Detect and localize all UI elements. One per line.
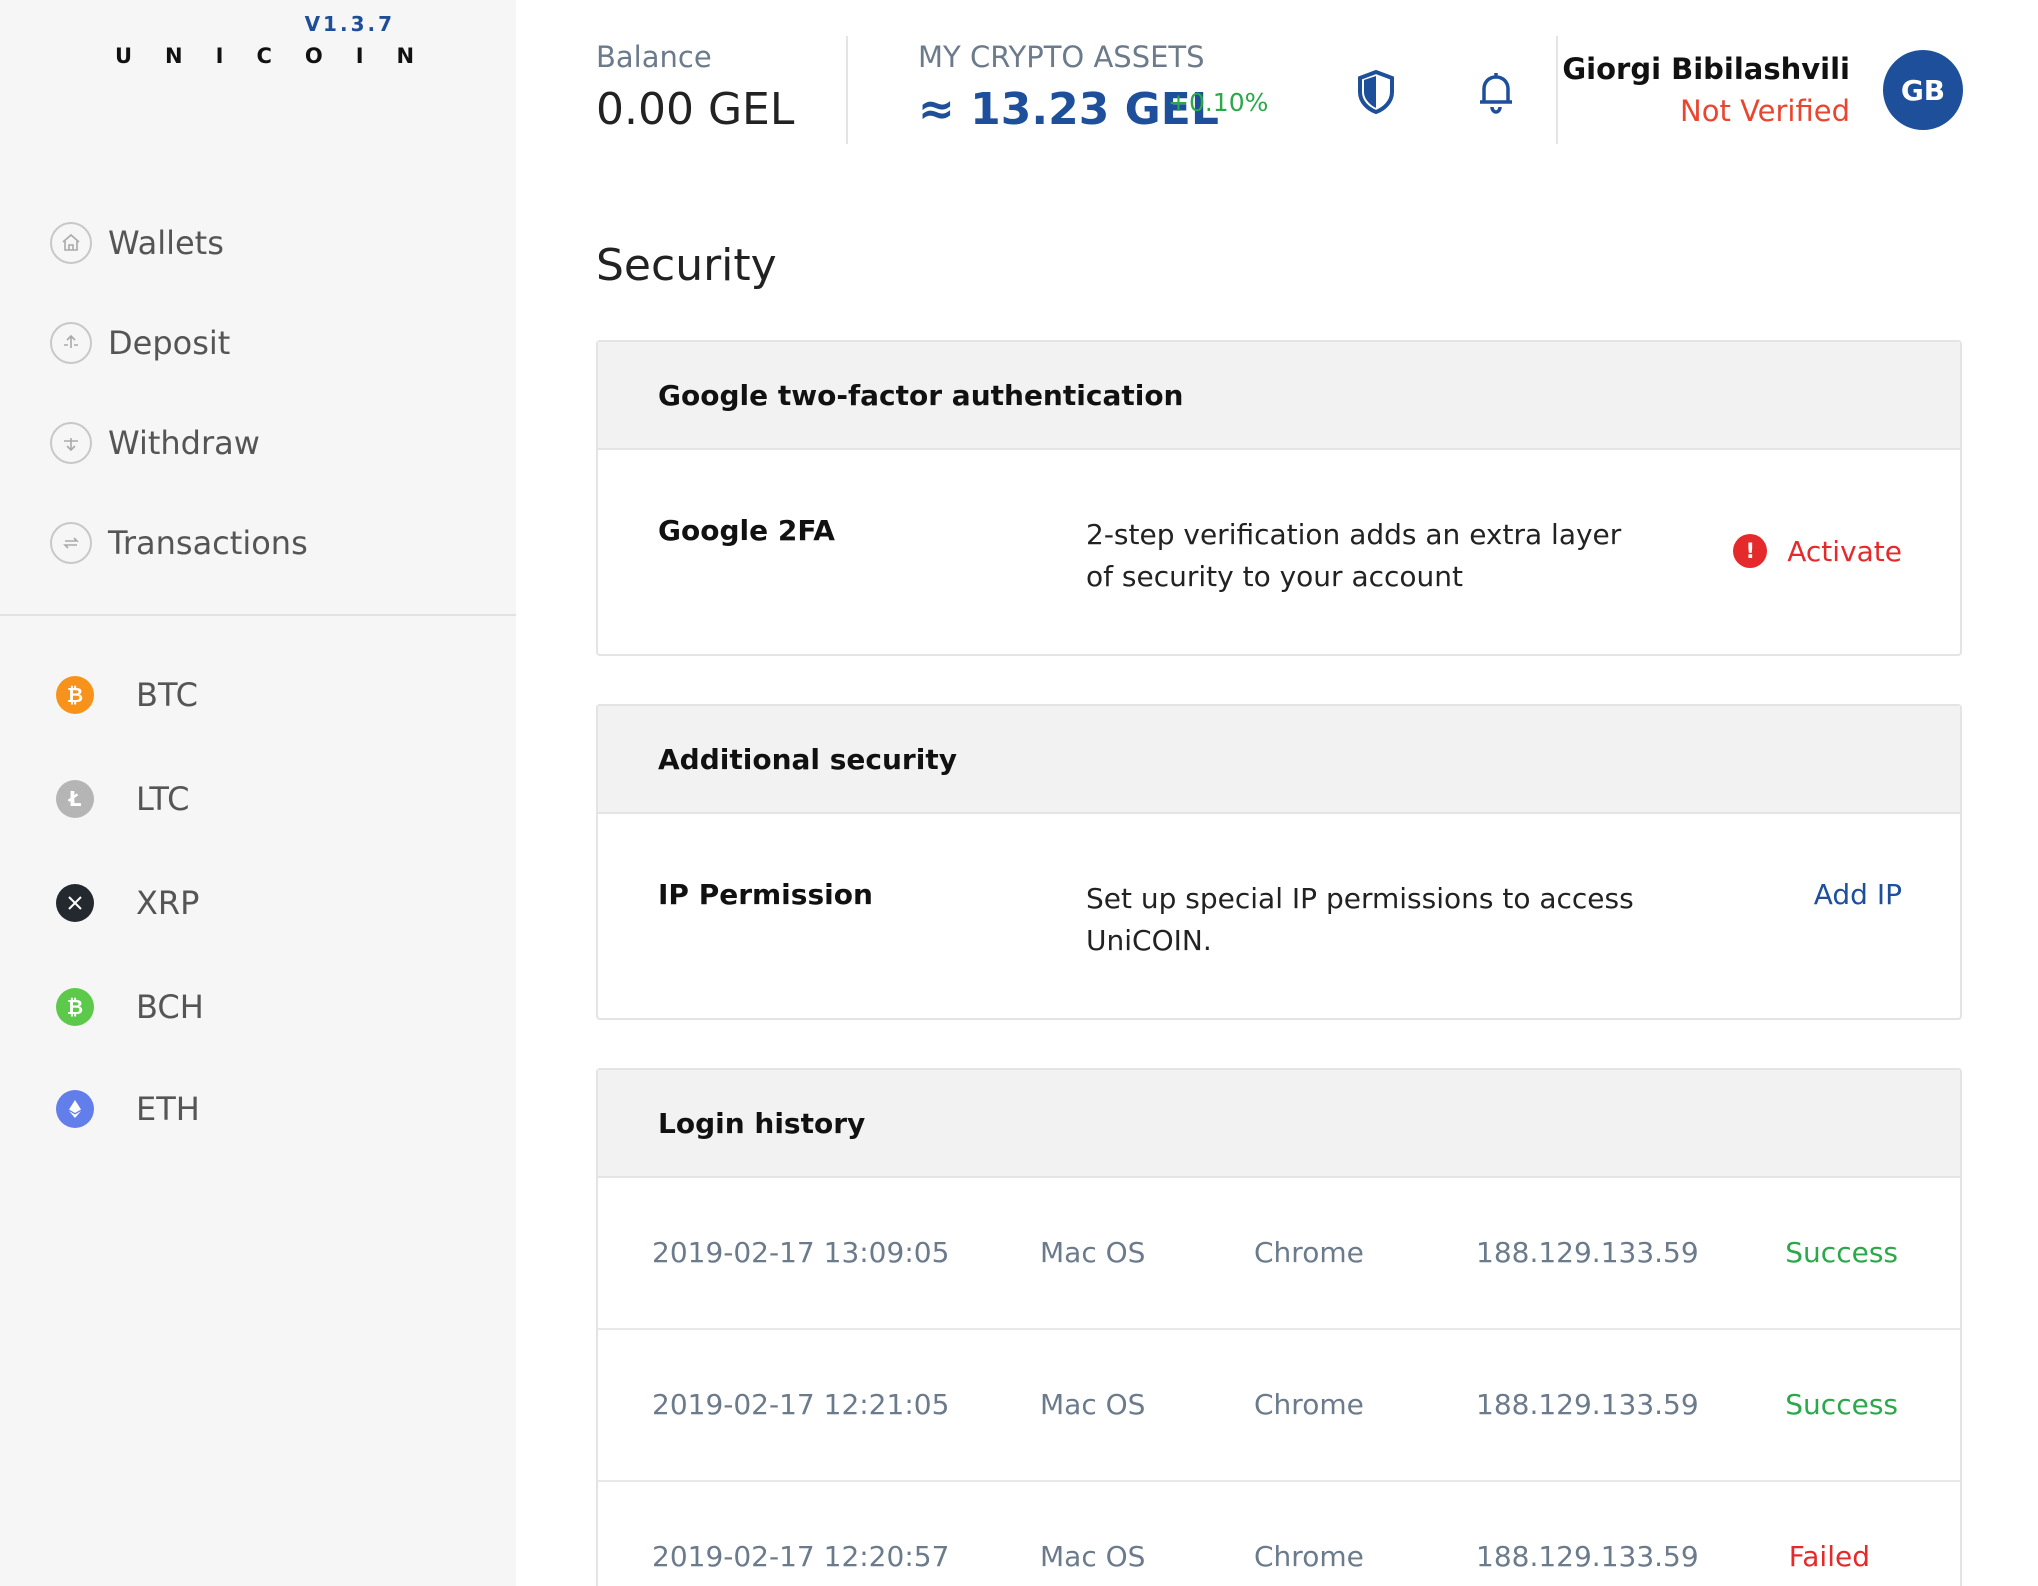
shield-icon[interactable] — [1354, 68, 1398, 116]
setting-name: Google 2FA — [658, 514, 835, 547]
deposit-arrow-icon — [50, 322, 92, 364]
setting-name: IP Permission — [658, 878, 873, 911]
sidebar-coin-xrp[interactable]: XRP — [56, 879, 199, 927]
verification-status[interactable]: Not Verified — [1680, 94, 1850, 128]
header-divider — [1556, 36, 1558, 144]
login-os: Mac OS — [1040, 1540, 1146, 1573]
sidebar-item-transactions[interactable]: Transactions — [50, 518, 308, 568]
setting-description: Set up special IP permissions to access … — [1086, 882, 1634, 957]
exchange-arrows-icon — [50, 522, 92, 564]
card-header: Additional security — [598, 706, 1960, 814]
sidebar-item-label: Transactions — [108, 524, 308, 562]
crypto-assets-change: +0.10% — [1168, 88, 1269, 117]
add-ip-button[interactable]: Add IP — [1814, 878, 1902, 911]
login-ip: 188.129.133.59 — [1476, 1388, 1699, 1421]
login-status: Success — [1785, 1388, 1898, 1421]
card-title: Google two-factor authentication — [658, 378, 1184, 412]
additional-security-card: Additional security IP Permission Set up… — [596, 704, 1962, 1020]
coin-label: BTC — [136, 676, 198, 714]
balance-label: Balance — [596, 40, 712, 74]
login-os: Mac OS — [1040, 1236, 1146, 1269]
coin-label: ETH — [136, 1090, 200, 1128]
two-factor-card: Google two-factor authentication Google … — [596, 340, 1962, 656]
coin-label: LTC — [136, 780, 190, 818]
withdraw-arrow-icon — [50, 422, 92, 464]
logo-text: UNICOIN — [115, 44, 448, 68]
login-history-row: 2019-02-17 12:21:05 Mac OS Chrome 188.12… — [598, 1330, 1960, 1482]
login-ip: 188.129.133.59 — [1476, 1540, 1699, 1573]
balance-value: 0.00 GEL — [596, 84, 795, 135]
login-datetime: 2019-02-17 12:20:57 — [652, 1540, 950, 1573]
login-history-row: 2019-02-17 12:20:57 Mac OS Chrome 188.12… — [598, 1482, 1960, 1586]
bitcoin-icon: ₿ — [56, 676, 94, 714]
sidebar-divider — [0, 614, 516, 616]
setting-description: 2-step verification adds an extra layer … — [1086, 518, 1622, 593]
card-title: Login history — [658, 1106, 866, 1140]
settings-row: IP Permission Set up special IP permissi… — [598, 814, 1960, 1018]
bell-icon[interactable] — [1474, 68, 1518, 116]
sidebar-item-label: Wallets — [108, 224, 224, 262]
card-header: Google two-factor authentication — [598, 342, 1960, 450]
login-browser: Chrome — [1254, 1540, 1364, 1573]
avatar[interactable]: GB — [1883, 50, 1963, 130]
login-datetime: 2019-02-17 12:21:05 — [652, 1388, 950, 1421]
login-os: Mac OS — [1040, 1388, 1146, 1421]
sidebar-coin-bch[interactable]: ₿ BCH — [56, 983, 204, 1031]
sidebar-item-label: Withdraw — [108, 424, 260, 462]
settings-row: Google 2FA 2-step verification adds an e… — [598, 450, 1960, 654]
login-status: Success — [1785, 1236, 1898, 1269]
login-browser: Chrome — [1254, 1236, 1364, 1269]
login-history-row: 2019-02-17 13:09:05 Mac OS Chrome 188.12… — [598, 1178, 1960, 1330]
ethereum-icon — [56, 1090, 94, 1128]
litecoin-icon: Ł — [56, 780, 94, 818]
sidebar-item-label: Deposit — [108, 324, 231, 362]
login-history-card: Login history 2019-02-17 13:09:05 Mac OS… — [596, 1068, 1962, 1586]
activate-2fa-button[interactable]: ! Activate — [1733, 534, 1902, 568]
coin-label: XRP — [136, 884, 200, 922]
sidebar: V1.3.7 UNICOIN Wallets Deposit Withdraw — [0, 0, 516, 1586]
ripple-icon — [56, 884, 94, 922]
sidebar-item-deposit[interactable]: Deposit — [50, 318, 230, 368]
sidebar-coin-ltc[interactable]: Ł LTC — [56, 775, 189, 823]
header-divider — [846, 36, 848, 144]
bitcoin-cash-icon: ₿ — [56, 988, 94, 1026]
sidebar-item-wallets[interactable]: Wallets — [50, 218, 224, 268]
app-version: V1.3.7 — [304, 12, 395, 36]
sidebar-item-withdraw[interactable]: Withdraw — [50, 418, 260, 468]
login-datetime: 2019-02-17 13:09:05 — [652, 1236, 950, 1269]
home-icon — [50, 222, 92, 264]
logo[interactable]: V1.3.7 UNICOIN — [115, 10, 414, 70]
login-ip: 188.129.133.59 — [1476, 1236, 1699, 1269]
login-status: Failed — [1788, 1540, 1870, 1573]
user-name[interactable]: Giorgi Bibilashvili — [1562, 52, 1850, 86]
login-browser: Chrome — [1254, 1388, 1364, 1421]
sidebar-coin-eth[interactable]: ETH — [56, 1085, 200, 1133]
page-title: Security — [596, 240, 777, 291]
crypto-assets-label: MY CRYPTO ASSETS — [918, 40, 1205, 74]
sidebar-coin-btc[interactable]: ₿ BTC — [56, 671, 198, 719]
activate-label: Activate — [1787, 534, 1902, 568]
coin-label: BCH — [136, 988, 204, 1026]
card-title: Additional security — [658, 742, 957, 776]
alert-icon: ! — [1733, 534, 1768, 568]
card-header: Login history — [598, 1070, 1960, 1178]
